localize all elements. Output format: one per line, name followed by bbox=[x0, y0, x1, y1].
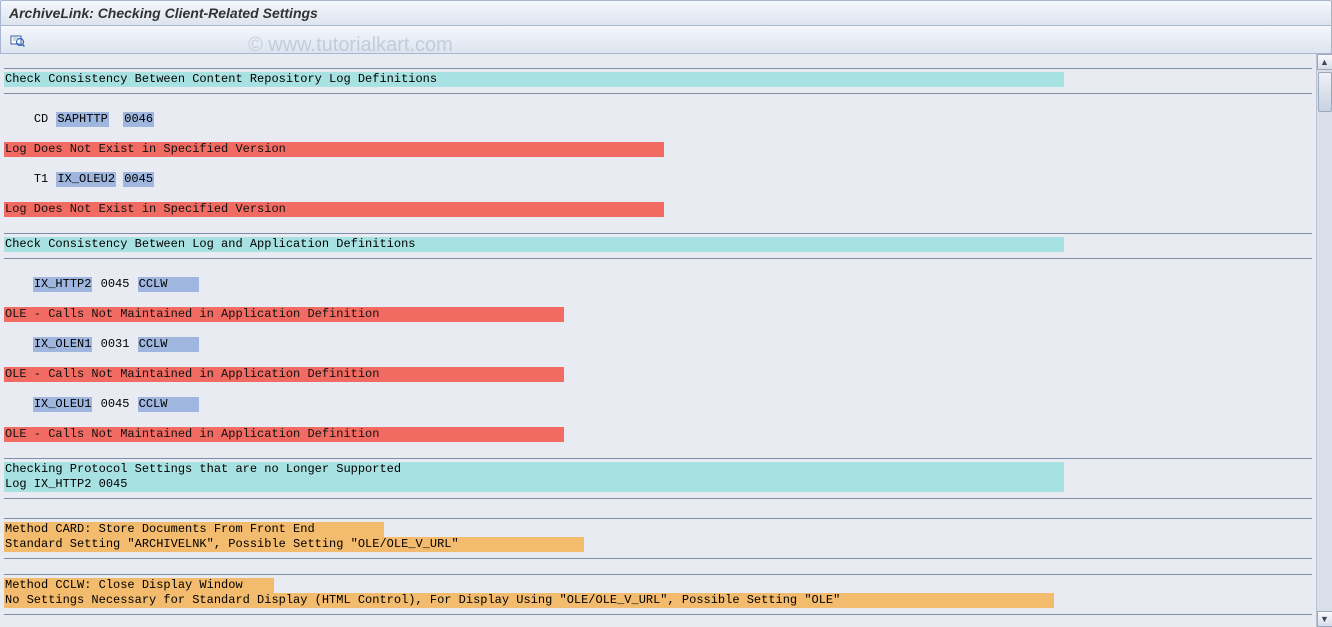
method-header: Method CCLW: Close Display Window bbox=[4, 578, 274, 593]
divider bbox=[4, 258, 1312, 259]
error-message: Log Does Not Exist in Specified Version bbox=[4, 142, 664, 157]
log-row: CD SAPHTTP 0046 bbox=[4, 97, 1312, 142]
error-message: OLE - Calls Not Maintained in Applicatio… bbox=[4, 307, 564, 322]
method-text: Standard Setting "ARCHIVELNK", Possible … bbox=[4, 537, 584, 552]
divider bbox=[4, 233, 1312, 234]
section-header: Check Consistency Between Content Reposi… bbox=[4, 72, 1064, 87]
method-text: No Settings Necessary for Standard Displ… bbox=[4, 593, 1054, 608]
log-row: T1 IX_OLEU2 0045 bbox=[4, 157, 1312, 202]
window-title: ArchiveLink: Checking Client-Related Set… bbox=[0, 0, 1332, 26]
error-message: OLE - Calls Not Maintained in Applicatio… bbox=[4, 367, 564, 382]
error-message: Log Does Not Exist in Specified Version bbox=[4, 202, 664, 217]
divider bbox=[4, 498, 1312, 499]
report-body: Check Consistency Between Content Reposi… bbox=[0, 54, 1316, 627]
scroll-track[interactable] bbox=[1317, 70, 1332, 611]
method-header: Method CARD: Store Documents From Front … bbox=[4, 522, 384, 537]
divider bbox=[4, 558, 1312, 559]
divider bbox=[4, 614, 1312, 615]
error-message: OLE - Calls Not Maintained in Applicatio… bbox=[4, 427, 564, 442]
divider bbox=[4, 68, 1312, 69]
log-row: IX_HTTP2 0045 CCLW bbox=[4, 262, 1312, 307]
divider bbox=[4, 93, 1312, 94]
section-header: Check Consistency Between Log and Applic… bbox=[4, 237, 1064, 252]
log-row: IX_OLEU1 0045 CCLW bbox=[4, 382, 1312, 427]
section-subheader: Log IX_HTTP2 0045 bbox=[4, 477, 1064, 492]
divider bbox=[4, 518, 1312, 519]
section-header: Checking Protocol Settings that are no L… bbox=[4, 462, 1064, 477]
log-row: IX_OLEN1 0031 CCLW bbox=[4, 322, 1312, 367]
print-preview-icon[interactable] bbox=[7, 30, 27, 50]
scroll-thumb[interactable] bbox=[1318, 72, 1332, 112]
vertical-scrollbar[interactable]: ▲ ▼ bbox=[1316, 54, 1332, 627]
toolbar bbox=[0, 26, 1332, 54]
divider bbox=[4, 458, 1312, 459]
divider bbox=[4, 574, 1312, 575]
scroll-up-button[interactable]: ▲ bbox=[1317, 54, 1332, 70]
